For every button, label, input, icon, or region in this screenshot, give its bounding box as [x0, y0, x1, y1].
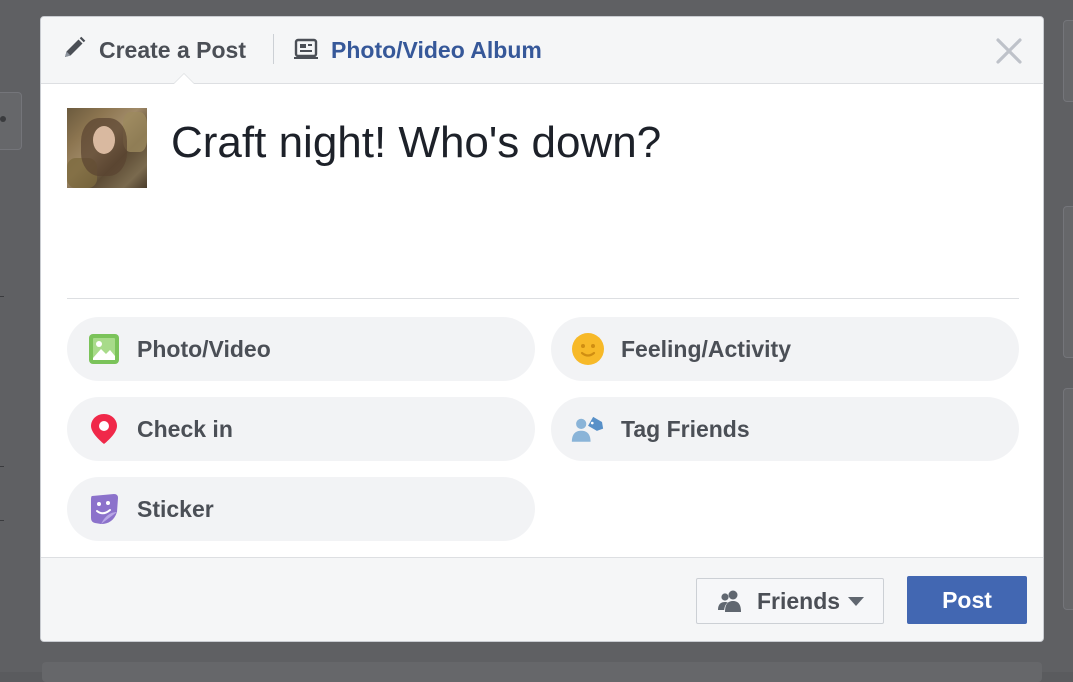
tag-friends-label: Tag Friends	[621, 415, 750, 442]
check-in-button[interactable]: Check in	[67, 397, 535, 461]
dialog-footer: Friends Post	[41, 557, 1043, 641]
friends-icon	[717, 589, 745, 613]
background-divider	[0, 466, 4, 467]
tag-friends-icon	[571, 412, 605, 446]
background-card	[1063, 206, 1073, 358]
pencil-icon	[61, 35, 87, 66]
feeling-activity-label: Feeling/Activity	[621, 335, 791, 362]
chevron-down-icon	[848, 596, 865, 606]
album-icon	[293, 35, 319, 66]
feeling-activity-button[interactable]: Feeling/Activity	[551, 317, 1019, 381]
check-in-label: Check in	[137, 415, 233, 442]
tab-separator	[273, 34, 274, 64]
background-card	[1063, 388, 1073, 610]
background-card	[1063, 20, 1073, 102]
sticker-button[interactable]: Sticker	[67, 477, 535, 541]
create-post-dialog: Create a Post Photo/Video Album Craft ni…	[40, 16, 1044, 642]
tab-photo-video-album-label: Photo/Video Album	[331, 36, 542, 63]
tab-create-post[interactable]: Create a Post	[61, 17, 246, 83]
photo-icon	[87, 332, 121, 366]
sticker-icon	[87, 492, 121, 526]
photo-video-label: Photo/Video	[137, 335, 271, 362]
post-button[interactable]: Post	[907, 576, 1027, 624]
close-icon	[996, 38, 1022, 64]
background-card	[42, 662, 1042, 682]
tab-create-post-label: Create a Post	[99, 36, 247, 63]
tab-photo-video-album[interactable]: Photo/Video Album	[293, 17, 542, 83]
audience-label: Friends	[757, 587, 841, 614]
dialog-header: Create a Post Photo/Video Album	[41, 17, 1043, 84]
photo-video-button[interactable]: Photo/Video	[67, 317, 535, 381]
background-dot	[0, 116, 6, 122]
location-pin-icon	[87, 412, 121, 446]
tag-friends-button[interactable]: Tag Friends	[551, 397, 1019, 461]
post-composer: Craft night! Who's down?	[41, 84, 1043, 298]
sticker-label: Sticker	[137, 495, 214, 522]
avatar	[67, 108, 147, 188]
background-divider	[0, 296, 4, 297]
smiley-icon	[571, 332, 605, 366]
active-tab-indicator-fill	[174, 74, 194, 84]
composer-divider	[67, 298, 1019, 299]
audience-selector[interactable]: Friends	[696, 578, 884, 624]
close-button[interactable]	[995, 37, 1023, 65]
post-text-input[interactable]: Craft night! Who's down?	[171, 118, 661, 168]
background-divider	[0, 520, 4, 521]
